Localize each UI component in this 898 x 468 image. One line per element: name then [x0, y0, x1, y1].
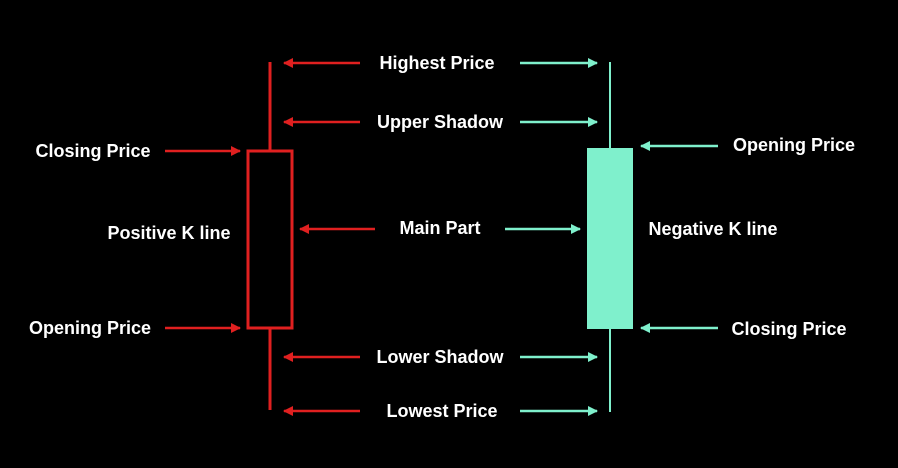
label-lower-shadow: Lower Shadow: [376, 347, 504, 367]
label-negative-closing-price: Closing Price: [731, 319, 846, 339]
negative-candle-body: [587, 148, 633, 329]
negative-candlestick: [587, 62, 633, 412]
label-positive-closing-price: Closing Price: [35, 141, 150, 161]
label-negative-opening-price: Opening Price: [733, 135, 855, 155]
label-positive-opening-price: Opening Price: [29, 318, 151, 338]
label-highest-price: Highest Price: [379, 53, 494, 73]
candlestick-diagram: Highest Price Upper Shadow Main Part Low…: [29, 53, 855, 421]
label-negative-k-line: Negative K line: [648, 219, 777, 239]
label-lowest-price: Lowest Price: [386, 401, 497, 421]
label-main-part: Main Part: [399, 218, 480, 238]
label-positive-k-line: Positive K line: [107, 223, 230, 243]
label-upper-shadow: Upper Shadow: [377, 112, 504, 132]
positive-candle-body: [246, 149, 294, 330]
